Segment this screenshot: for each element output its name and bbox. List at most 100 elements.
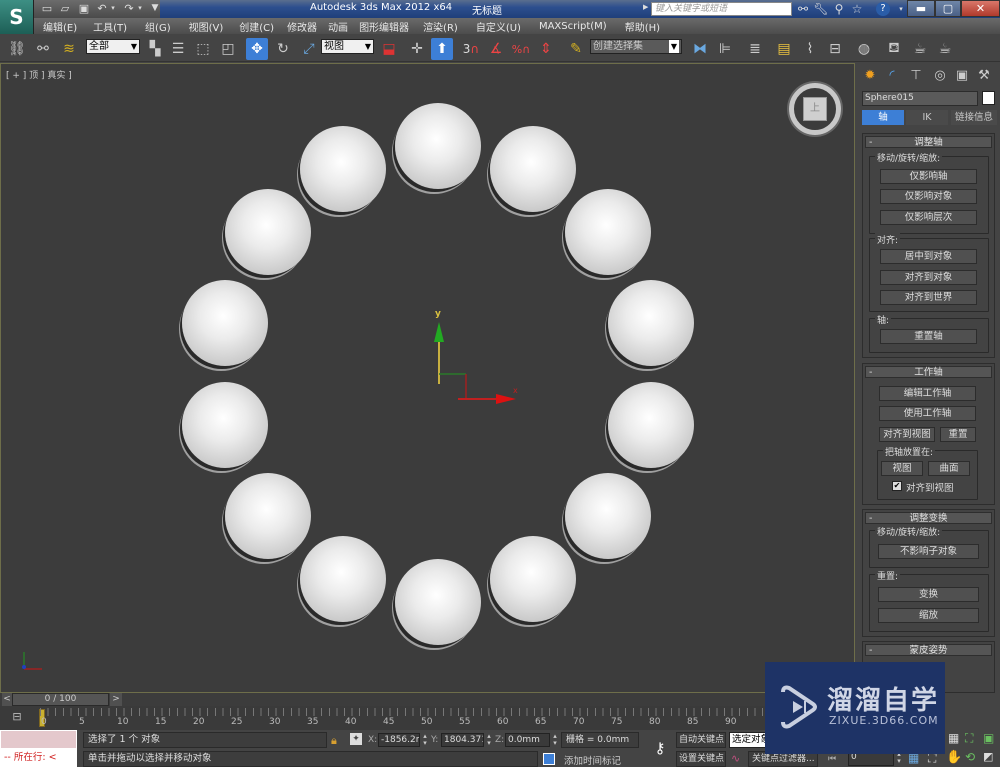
rollout-header-skin-pose[interactable]: - 蒙皮姿势 <box>865 644 992 656</box>
modify-tab-icon[interactable]: ◜ <box>882 66 902 86</box>
unlink-selection-icon[interactable]: ⚯ <box>32 38 54 60</box>
mirror-icon[interactable]: ⧓ <box>689 38 711 60</box>
y-spinner-icon[interactable]: ▴ ▾ <box>485 733 493 747</box>
reset-scale-button[interactable]: 缩放 <box>878 608 979 623</box>
help-icon[interactable]: ? <box>876 2 890 16</box>
sphere-object[interactable] <box>182 280 269 367</box>
sphere-object[interactable] <box>489 125 576 212</box>
scene-explorer-icon[interactable]: ▤ <box>773 38 795 60</box>
utilities-tab-icon[interactable]: ⚒ <box>974 66 994 86</box>
select-and-move-icon[interactable]: ✥ <box>246 38 268 60</box>
schematic-view-icon[interactable]: ⊟ <box>824 38 846 60</box>
align-to-object-button[interactable]: 对齐到对象 <box>880 270 977 285</box>
add-time-tag-label[interactable]: 添加时间标记 <box>564 753 621 767</box>
menu-edit[interactable]: 编辑(E) <box>43 19 77 34</box>
time-slider-prev-button[interactable]: < <box>2 693 12 706</box>
motion-tab-icon[interactable]: ◎ <box>930 66 950 86</box>
affect-pivot-only-button[interactable]: 仅影响轴 <box>880 169 977 184</box>
zoom-extents-selected-icon[interactable]: ▣ <box>983 731 994 745</box>
app-logo-button[interactable]: S <box>0 0 34 34</box>
layer-manager-icon[interactable]: ≣ <box>744 38 766 60</box>
minimize-button[interactable]: ▬ <box>907 0 935 17</box>
menu-graph-editors[interactable]: 图形编辑器 <box>359 19 409 34</box>
menu-modifiers[interactable]: 修改器 <box>287 19 317 34</box>
save-file-icon[interactable]: ▣ <box>77 2 91 15</box>
edit-named-selection-icon[interactable]: ✎ <box>565 38 587 60</box>
align-to-view-checkbox[interactable]: ✔ <box>892 481 902 491</box>
sphere-object[interactable] <box>224 473 311 560</box>
rectangular-selection-icon[interactable]: ⬚ <box>192 38 214 60</box>
subtab-link-info[interactable]: 链接信息 <box>951 110 997 125</box>
orbit-icon[interactable]: ⟲ <box>965 750 975 764</box>
viewport-label[interactable]: [ + ] 顶 ] 真实 ] <box>6 68 72 81</box>
absolute-mode-icon[interactable]: ✦ <box>350 733 362 745</box>
undo-icon[interactable]: ↶ <box>95 2 109 15</box>
align-to-view-button[interactable]: 对齐到视图 <box>879 427 935 442</box>
create-tab-icon[interactable]: ✹ <box>860 66 880 86</box>
time-slider-thumb[interactable]: 0 / 100 <box>12 693 109 706</box>
sphere-object[interactable] <box>224 188 311 275</box>
maxscript-line-field[interactable]: -- 所在行: < <box>0 749 77 767</box>
sphere-object[interactable] <box>607 280 694 367</box>
viewcube[interactable]: 上 <box>789 83 841 135</box>
render-setup-icon[interactable]: ⛾ <box>883 38 905 60</box>
selection-filter-dropdown[interactable]: 全部 ▼ <box>86 39 140 54</box>
pan-view-hand-icon[interactable]: ✋ <box>946 750 962 765</box>
x-coordinate-field[interactable]: -1856.2mm <box>378 733 420 747</box>
menu-maxscript[interactable]: MAXScript(M) <box>539 21 607 32</box>
close-button[interactable]: ✕ <box>961 0 1000 17</box>
maximize-viewport-icon[interactable]: ◩ <box>983 750 993 763</box>
zoom-extents-icon[interactable]: ⛶ <box>965 731 973 746</box>
curve-editor-icon[interactable]: ⌇ <box>799 38 821 60</box>
subtab-ik[interactable]: IK <box>906 110 948 125</box>
time-slider-next-button[interactable]: > <box>110 693 122 706</box>
window-crossing-icon[interactable]: ◰ <box>217 38 239 60</box>
communication-center-icon[interactable]: ⚲ <box>831 1 847 17</box>
new-file-icon[interactable]: ▭ <box>40 2 54 15</box>
selection-lock-icon[interactable]: 🔒︎ <box>331 734 337 748</box>
open-file-icon[interactable]: ▱ <box>58 2 72 15</box>
menu-rendering[interactable]: 渲染(R) <box>423 19 458 34</box>
object-name-field[interactable]: Sphere015 <box>862 91 978 106</box>
z-coordinate-field[interactable]: 0.0mm <box>505 733 550 747</box>
select-and-rotate-icon[interactable]: ↻ <box>272 38 294 60</box>
redo-icon[interactable]: ↷ <box>122 2 136 15</box>
use-working-pivot-button[interactable]: 使用工作轴 <box>879 406 976 421</box>
track-bar[interactable]: ⊟ 0 5 10 15 20 25 30 35 40 45 50 55 60 65 70 75 80 85 90 <box>0 706 855 730</box>
sphere-object[interactable] <box>300 536 387 623</box>
place-pivot-view-button[interactable]: 视图 <box>881 461 923 476</box>
menu-customize[interactable]: 自定义(U) <box>476 19 521 34</box>
wrench-icon[interactable]: 🔧︎ <box>813 1 829 17</box>
menu-animation[interactable]: 动画 <box>328 19 348 34</box>
time-tag-icon[interactable] <box>543 753 555 765</box>
sphere-object[interactable] <box>607 381 694 468</box>
render-production-icon[interactable]: ☕ <box>934 38 956 60</box>
select-and-scale-icon[interactable]: ⤢ <box>298 38 320 60</box>
place-pivot-surface-button[interactable]: 曲面 <box>928 461 970 476</box>
named-selection-set-dropdown[interactable]: 创建选择集 ▼ <box>590 39 682 54</box>
affect-object-only-button[interactable]: 仅影响对象 <box>880 189 977 204</box>
center-to-object-button[interactable]: 居中到对象 <box>880 249 977 264</box>
affect-hierarchy-only-button[interactable]: 仅影响层次 <box>880 210 977 225</box>
time-config-icon[interactable]: ⏮ <box>828 754 836 764</box>
menu-group[interactable]: 组(G) <box>145 19 171 34</box>
time-slider[interactable]: < 0 / 100 > <box>0 693 855 706</box>
auto-key-button[interactable]: 自动关键点 <box>676 732 726 748</box>
mini-curve-editor-icon[interactable]: ⊟ <box>8 710 26 726</box>
redo-dropdown-icon[interactable]: ▾ <box>137 2 143 15</box>
menu-help[interactable]: 帮助(H) <box>625 19 660 34</box>
viewcube-top-face[interactable]: 上 <box>803 97 827 121</box>
transform-gizmo[interactable] <box>426 304 526 404</box>
material-editor-icon[interactable]: ◍ <box>853 38 875 60</box>
sphere-object[interactable] <box>565 188 652 275</box>
menu-views[interactable]: 视图(V) <box>189 19 224 34</box>
sphere-object[interactable] <box>300 125 387 212</box>
spinner-snap-icon[interactable]: ⇕ <box>535 38 557 60</box>
reset-transform-button[interactable]: 变换 <box>878 587 979 602</box>
rendered-frame-window-icon[interactable]: ☕ <box>909 38 931 60</box>
rollout-header-working-pivot[interactable]: - 工作轴 <box>865 366 992 378</box>
display-tab-icon[interactable]: ▣ <box>952 66 972 86</box>
align-icon[interactable]: ⊫ <box>714 38 736 60</box>
pivot-center-icon[interactable]: ⬓ <box>378 38 400 60</box>
customize-qa-icon[interactable]: ▼ <box>148 2 162 15</box>
